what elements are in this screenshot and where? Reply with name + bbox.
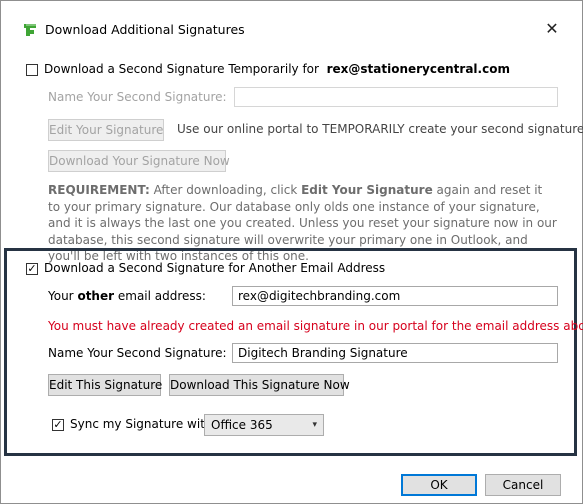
chevron-down-icon: ▾ (312, 420, 317, 430)
window-title: Download Additional Signatures (45, 22, 245, 37)
temporary-signature-label-text: Download a Second Signature Temporarily … (44, 62, 319, 76)
other-email-label: Download a Second Signature for Another … (44, 261, 386, 275)
temp-name-input[interactable] (234, 87, 558, 107)
sync-select[interactable]: Office 365 ▾ (204, 414, 324, 436)
other-email-checkbox[interactable]: ✓ (26, 263, 38, 275)
email-label-pre: Your (48, 289, 74, 303)
temporary-signature-checkbox[interactable] (26, 64, 38, 76)
second-name-label: Name Your Second Signature: (48, 346, 227, 360)
requirement-text-1: After downloading, click (153, 183, 298, 197)
temp-name-label: Name Your Second Signature: (48, 90, 227, 104)
requirement-bold: Edit Your Signature (301, 183, 433, 197)
requirement-title: REQUIREMENT: (48, 183, 150, 197)
primary-email: rex@stationerycentral.com (326, 62, 510, 76)
sync-selected-value: Office 365 (211, 418, 273, 432)
sync-checkbox[interactable]: ✓ (52, 419, 64, 431)
email-label-post: email address: (117, 289, 206, 303)
download-this-signature-button[interactable]: Download This Signature Now (169, 374, 350, 396)
checkmark-icon: ✓ (27, 262, 37, 275)
second-name-input[interactable]: Digitech Branding Signature (232, 343, 558, 363)
edit-this-signature-button[interactable]: Edit This Signature (48, 374, 162, 396)
sync-label: Sync my Signature with (70, 417, 213, 431)
edit-hint: Use our online portal to TEMPORARILY cre… (177, 122, 583, 136)
app-logo-icon (24, 24, 36, 36)
temporary-signature-label: Download a Second Signature Temporarily … (44, 62, 510, 76)
ok-button[interactable]: OK (401, 474, 477, 496)
dialog-window: Download Additional Signatures ✕ Downloa… (0, 0, 583, 504)
other-email-field-label: Your other email address: (48, 289, 206, 303)
download-your-signature-button[interactable]: Download Your Signature Now (48, 150, 230, 172)
other-email-input[interactable]: rex@digitechbranding.com (232, 286, 558, 306)
cancel-button[interactable]: Cancel (485, 474, 561, 496)
close-icon[interactable]: ✕ (541, 18, 563, 40)
checkmark-icon: ✓ (53, 418, 63, 431)
email-label-bold: other (77, 289, 115, 303)
edit-your-signature-button[interactable]: Edit Your Signature (48, 119, 164, 141)
portal-warning: You must have already created an email s… (48, 319, 583, 333)
